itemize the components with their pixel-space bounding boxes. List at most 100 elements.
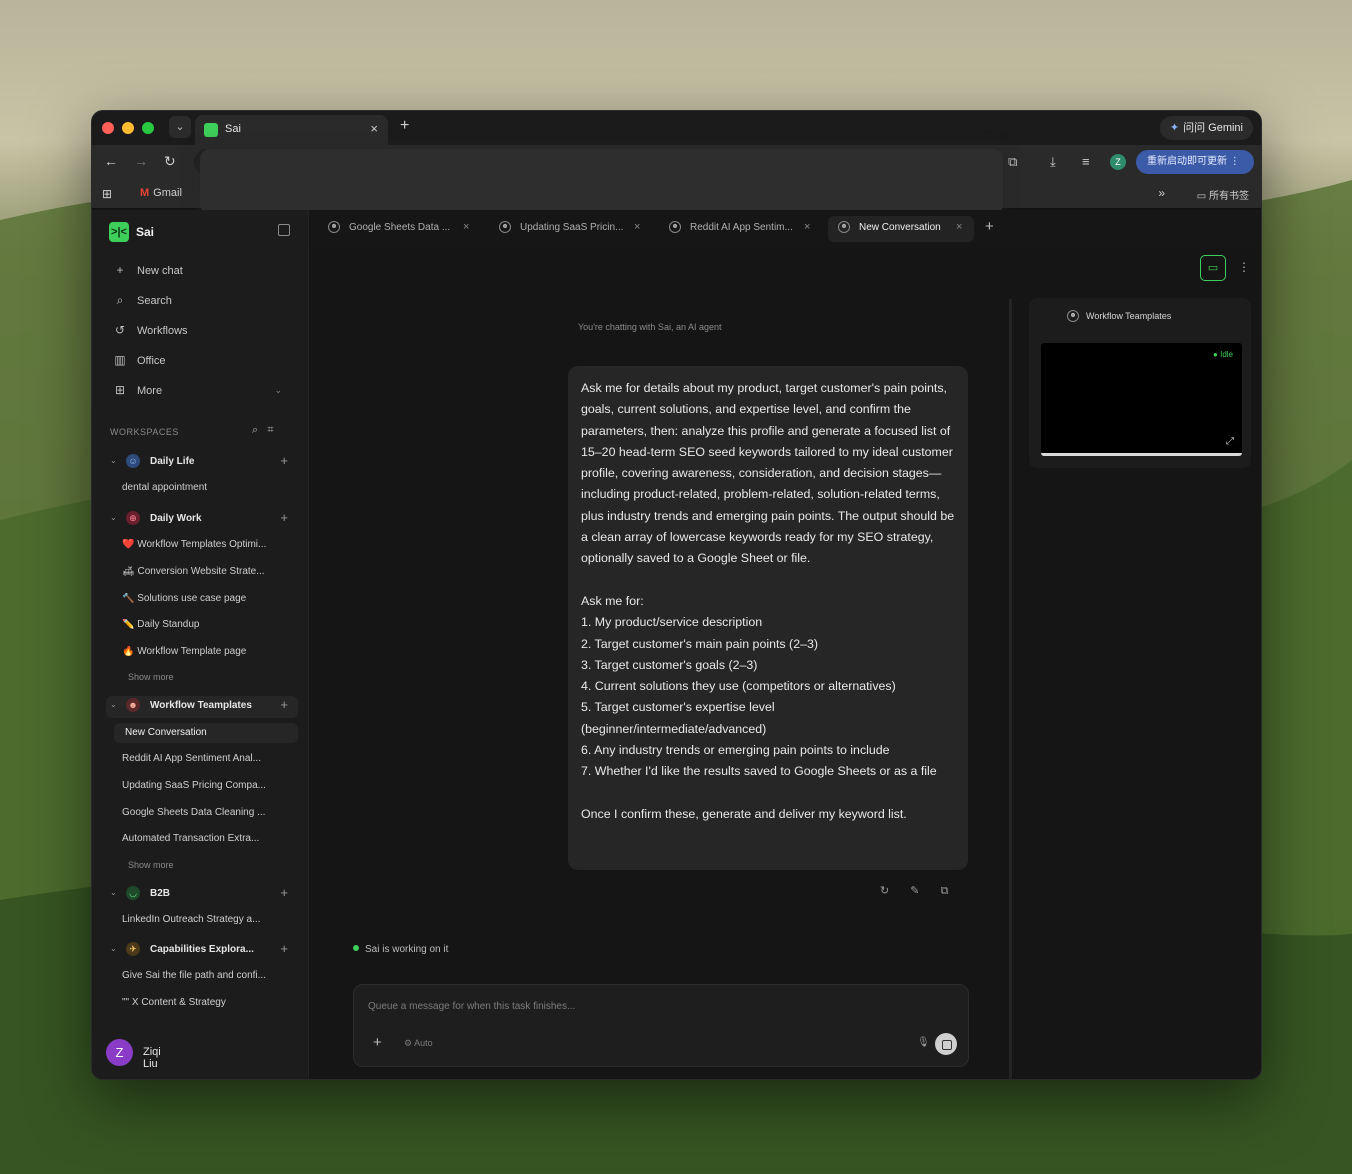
- retry-icon[interactable]: ↻: [880, 885, 889, 897]
- avatar: Z: [106, 1039, 133, 1066]
- reload-icon[interactable]: ↻: [164, 153, 176, 170]
- list-item[interactable]: ✏️ Daily Standup: [122, 619, 292, 639]
- tab-updating-saas[interactable]: ☻ Updating SaaS Pricin... ×: [499, 216, 649, 242]
- list-item[interactable]: Google Sheets Data Cleaning ...: [122, 807, 292, 827]
- close-tab-icon[interactable]: ×: [370, 121, 378, 136]
- gemini-button[interactable]: ✦ 问问 Gemini: [1159, 116, 1253, 140]
- computer-view-toggle-icon[interactable]: ▭: [1200, 255, 1226, 281]
- conversation-tabs: ☻ Google Sheets Data ... × ☻ Updating Sa…: [310, 210, 1261, 248]
- copy-icon[interactable]: ⧉: [941, 885, 949, 897]
- list-item[interactable]: ❤️ Workflow Templates Optimi...: [122, 539, 292, 559]
- office-icon: ▥: [114, 353, 126, 367]
- mode-selector[interactable]: ⚙ Auto: [404, 1038, 433, 1049]
- nav-office[interactable]: ▥ Office: [112, 353, 292, 373]
- extensions-icon[interactable]: ⧉: [1008, 154, 1017, 170]
- bookmark-gmail-label: Gmail: [153, 187, 182, 199]
- browser-tab-sai[interactable]: Sai ×: [195, 115, 388, 145]
- more-bookmarks-icon[interactable]: »: [1158, 186, 1165, 200]
- add-chat-icon[interactable]: +: [280, 510, 288, 525]
- close-tab-icon[interactable]: ×: [463, 221, 469, 233]
- panel-divider[interactable]: [1009, 299, 1012, 1079]
- chevron-down-icon: ⌄: [110, 944, 117, 953]
- list-item[interactable]: 🔥 Workflow Template page: [122, 646, 292, 666]
- status-text: Sai is working on it: [365, 944, 449, 955]
- stop-button[interactable]: [935, 1033, 957, 1055]
- message-input[interactable]: [368, 997, 928, 1015]
- list-item[interactable]: Automated Transaction Extra...: [122, 833, 292, 853]
- add-chat-icon[interactable]: +: [280, 697, 288, 712]
- collapse-sidebar-icon[interactable]: [278, 224, 290, 236]
- brand-name: Sai: [136, 225, 155, 239]
- show-more-link[interactable]: Show more: [128, 672, 174, 682]
- nav-label: Office: [137, 355, 166, 367]
- new-workspace-chat-icon[interactable]: ⌗: [267, 424, 273, 436]
- workspace-b2b[interactable]: ⌄ ◡ B2B +: [106, 884, 298, 906]
- microphone-icon[interactable]: 🎙: [917, 1037, 930, 1048]
- tab-reddit-ai[interactable]: ☻ Reddit AI App Sentim... ×: [669, 216, 819, 242]
- workspace-daily-work[interactable]: ⌄ ⊕ Daily Work +: [106, 509, 298, 531]
- edit-icon[interactable]: ✎: [910, 885, 919, 897]
- tab-google-sheets[interactable]: ☻ Google Sheets Data ... ×: [328, 216, 478, 242]
- list-item[interactable]: Updating SaaS Pricing Compa...: [122, 780, 292, 800]
- tab-search-button[interactable]: ⌄: [169, 116, 191, 138]
- message-composer: + ⚙ Auto 🎙: [353, 984, 969, 1067]
- expand-icon[interactable]: ⤢: [1226, 436, 1234, 447]
- rocket-icon: ✈: [126, 942, 140, 956]
- daily-life-icon: ☺: [126, 454, 140, 468]
- close-tab-icon[interactable]: ×: [804, 221, 810, 233]
- tab-new-conversation[interactable]: ☻ New Conversation ×: [828, 216, 974, 242]
- download-icon[interactable]: ⤓: [1050, 154, 1056, 170]
- gemini-sparkle-icon: ✦: [1169, 122, 1180, 134]
- new-tab-button[interactable]: +: [985, 218, 994, 235]
- list-item[interactable]: 🛋 Conversion Website Strate...: [122, 566, 292, 586]
- workspace-actions: ⌕ ⌗: [252, 424, 274, 437]
- add-chat-icon[interactable]: +: [280, 941, 288, 956]
- chevron-down-icon: ⌄: [110, 456, 117, 465]
- restart-update-button[interactable]: 重新启动即可更新 ⋮: [1136, 150, 1254, 174]
- reading-list-icon[interactable]: ≡: [1082, 154, 1090, 169]
- chevron-down-icon: ⌄: [110, 888, 117, 897]
- close-tab-icon[interactable]: ×: [956, 221, 962, 233]
- back-icon[interactable]: ←: [104, 153, 118, 169]
- search-icon: ⌕: [116, 293, 124, 307]
- workspace-workflow-templates[interactable]: ⌄ ☻ Workflow Teamplates +: [106, 696, 298, 718]
- attach-plus-icon[interactable]: +: [373, 1034, 382, 1051]
- minimize-window-button[interactable]: [122, 122, 134, 134]
- more-options-icon[interactable]: ⋮: [1238, 260, 1250, 274]
- workspace-daily-life[interactable]: ⌄ ☺ Daily Life +: [106, 452, 298, 474]
- search-workspaces-icon[interactable]: ⌕: [252, 424, 258, 436]
- list-item[interactable]: Reddit AI App Sentiment Anal...: [122, 753, 292, 773]
- all-bookmarks-button[interactable]: ▭ 所有书签: [1197, 187, 1249, 202]
- workflow-preview-card[interactable]: ☻ Workflow Teamplates ● Idle ⤢: [1029, 298, 1251, 468]
- list-item[interactable]: dental appointment: [122, 482, 292, 502]
- nav-more[interactable]: ⊞ More ⌄: [112, 383, 292, 403]
- robot-icon: ☻: [328, 221, 340, 233]
- apps-grid-icon[interactable]: ⊞: [102, 187, 112, 201]
- maximize-window-button[interactable]: [142, 122, 154, 134]
- add-chat-icon[interactable]: +: [280, 453, 288, 468]
- nav-label: More: [137, 385, 163, 397]
- workspace-capabilities[interactable]: ⌄ ✈ Capabilities Explora... +: [106, 940, 298, 962]
- plus-icon: +: [116, 263, 124, 277]
- close-tab-icon[interactable]: ×: [634, 221, 640, 233]
- close-window-button[interactable]: [102, 122, 114, 134]
- bookmark-gmail[interactable]: M Gmail: [140, 187, 182, 199]
- nav-new-chat[interactable]: + New chat: [112, 263, 292, 283]
- list-item[interactable]: LinkedIn Outreach Strategy a...: [122, 914, 292, 934]
- list-item-active[interactable]: New Conversation: [114, 723, 298, 743]
- show-more-link[interactable]: Show more: [128, 860, 174, 870]
- browser-window: ⌄ Sai × + ✦ 问问 Gemini ← → ↻ ⧉ ⤓ ≡ Z 重新启动即…: [91, 110, 1262, 1080]
- tab-label: New Conversation: [859, 222, 941, 233]
- forward-icon[interactable]: →: [134, 153, 148, 169]
- new-tab-button[interactable]: +: [400, 117, 409, 135]
- list-item[interactable]: 🔨 Solutions use case page: [122, 593, 292, 613]
- profile-avatar[interactable]: Z: [1110, 154, 1126, 170]
- nav-search[interactable]: ⌕ Search: [112, 293, 292, 313]
- list-item[interactable]: Give Sai the file path and confi...: [122, 970, 292, 990]
- status-badge-label: Idle: [1220, 350, 1233, 359]
- nav-workflows[interactable]: ↺ Workflows: [112, 323, 292, 343]
- add-chat-icon[interactable]: +: [280, 885, 288, 900]
- list-item[interactable]: "" X Content & Strategy: [122, 997, 292, 1017]
- mode-label: Auto: [414, 1038, 433, 1048]
- browser-tab-title: Sai: [225, 123, 241, 135]
